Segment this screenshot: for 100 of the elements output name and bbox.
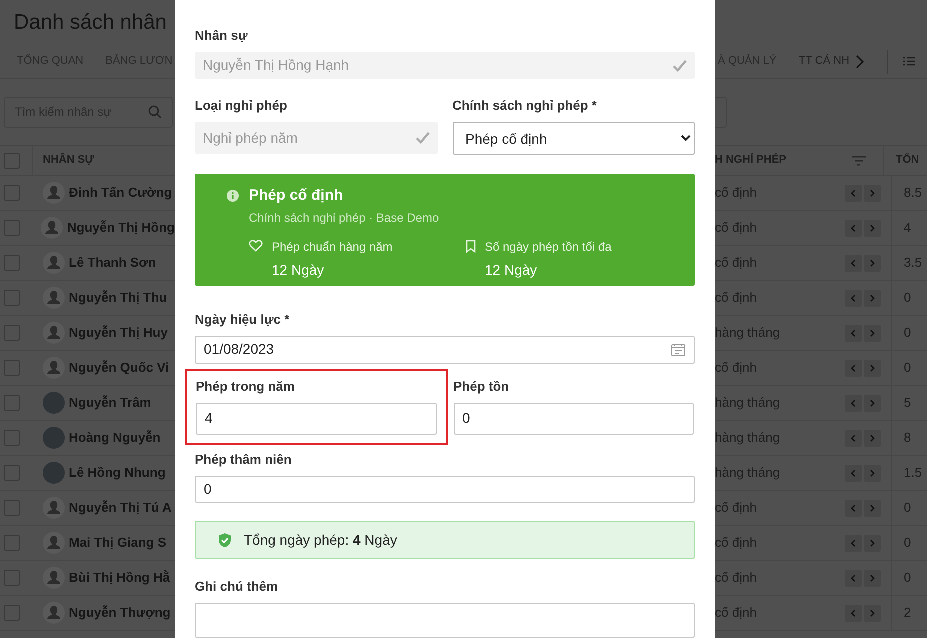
prev-button[interactable] [845,570,862,586]
field-label: Ngày hiệu lực * [195,312,291,328]
chevron-left-icon [851,294,856,302]
avatar-silhouette-icon [43,602,65,624]
prev-button[interactable] [845,220,862,236]
employee-name: Đinh Tấn Cường [69,184,172,202]
shield-check-icon [218,532,232,548]
bookmark-icon [466,240,476,254]
check-icon [673,60,687,72]
prev-button[interactable] [845,290,862,306]
toolbar-button[interactable] [715,96,727,128]
chevron-left-icon [851,190,856,196]
chevron-right-icon [870,400,875,406]
next-button[interactable] [864,184,881,202]
avatar-silhouette-icon [43,182,65,204]
page-title: Danh sách nhân [14,10,167,36]
next-button[interactable] [864,220,881,236]
next-button[interactable] [864,360,881,376]
input-field[interactable]: 0 [454,402,694,435]
chevron-left-icon [851,504,856,512]
chevron-left-icon [851,330,856,336]
card-title: Phép cố định [249,187,344,206]
chevron-right-icon [870,540,875,546]
avatar-silhouette-icon [43,322,65,344]
chevron-left-icon [851,224,856,232]
next-button[interactable] [864,534,881,552]
note-field[interactable] [195,603,695,638]
prev-button[interactable] [845,534,862,552]
prev-button[interactable] [845,394,862,412]
next-button[interactable] [864,604,881,622]
employee-name: Lê Thanh Sơn [69,254,156,272]
prev-button[interactable] [845,464,862,482]
next-button[interactable] [864,254,881,272]
readonly-field: Nghỉ phép năm [195,122,438,154]
employee-name: Nguyễn Thượng [69,604,171,622]
total-text: Tổng ngày phép: 4 Ngày [244,530,398,550]
prev-button[interactable] [845,254,862,272]
employee-name: Nguyễn Thị Thu [69,289,168,308]
field-label: Phép trong năm [196,378,296,395]
avatar-silhouette-icon [41,217,64,239]
avatar-silhouette-icon [43,287,65,309]
prev-button[interactable] [845,604,862,622]
avatar-photo-placeholder [43,427,65,449]
calendar-icon [671,342,686,357]
input-field[interactable]: 0 [195,476,695,504]
next-button[interactable] [864,324,881,342]
prev-button[interactable] [845,324,862,342]
field-label: Loại nghỉ phép [195,98,288,114]
next-button[interactable] [864,394,881,412]
chevron-right-icon [870,190,875,196]
chevron-right-icon [870,610,875,616]
employee-name: Lê Hồng Nhung [69,464,166,482]
employee-name: Nguyễn Thị Hồng [67,219,175,238]
next-button[interactable] [864,570,881,586]
chevron-left-icon [851,434,856,442]
search-icon [148,105,162,119]
chevron-right-icon [870,574,875,582]
avatar-photo-placeholder [43,462,65,484]
heart-icon [249,240,263,252]
prev-button[interactable] [845,430,862,446]
avatar-photo-placeholder [43,392,65,414]
chevron-right-icon [870,504,875,512]
prev-button[interactable] [845,500,862,516]
employee-name: Hoàng Nguyễn [69,429,161,448]
chevron-right-icon[interactable] [855,54,865,68]
field-label: Phép thâm niên [195,452,293,468]
employee-name: Bùi Thị Hồng Hằ [69,569,170,588]
chevron-right-icon [870,364,875,372]
field-label: Ghi chú thêm [195,579,280,596]
chevron-left-icon [851,400,856,406]
field-label: Nhân sự [195,28,249,44]
stat-label: Số ngày phép tồn tối đa [485,239,612,256]
employee-name: Nguyễn Quốc Vi [69,359,170,378]
info-icon [227,190,239,202]
employee-name: Nguyễn Trâm [69,394,152,412]
avatar-silhouette-icon [43,357,65,379]
chevron-right-icon [870,434,875,442]
chevron-right-icon [870,330,875,336]
next-button[interactable] [864,500,881,516]
readonly-field: Nguyễn Thị Hồng Hạnh [195,52,695,80]
policy-select[interactable]: Phép cố định [452,122,695,156]
input-field[interactable]: 4 [196,402,436,435]
chevron-left-icon [851,610,856,616]
filter-icon[interactable] [852,156,866,166]
chevron-left-icon [851,574,856,582]
next-button[interactable] [864,290,881,306]
field-label: Chính sách nghỉ phép * [452,98,598,114]
chevron-left-icon [851,470,856,476]
chevron-left-icon [851,260,856,266]
prev-button[interactable] [845,184,862,202]
stat-value: 12 Ngày [272,261,326,280]
next-button[interactable] [864,464,881,482]
input-field[interactable]: 01/08/2023 [195,336,695,364]
prev-button[interactable] [845,360,862,376]
list-icon[interactable] [903,57,915,66]
card-subtitle: Chính sách nghỉ phép · Base Demo [249,210,440,228]
avatar-silhouette-icon [43,532,65,554]
employee-name: Nguyễn Thị Tú A [69,499,172,518]
next-button[interactable] [864,430,881,446]
avatar-silhouette-icon [43,567,65,589]
